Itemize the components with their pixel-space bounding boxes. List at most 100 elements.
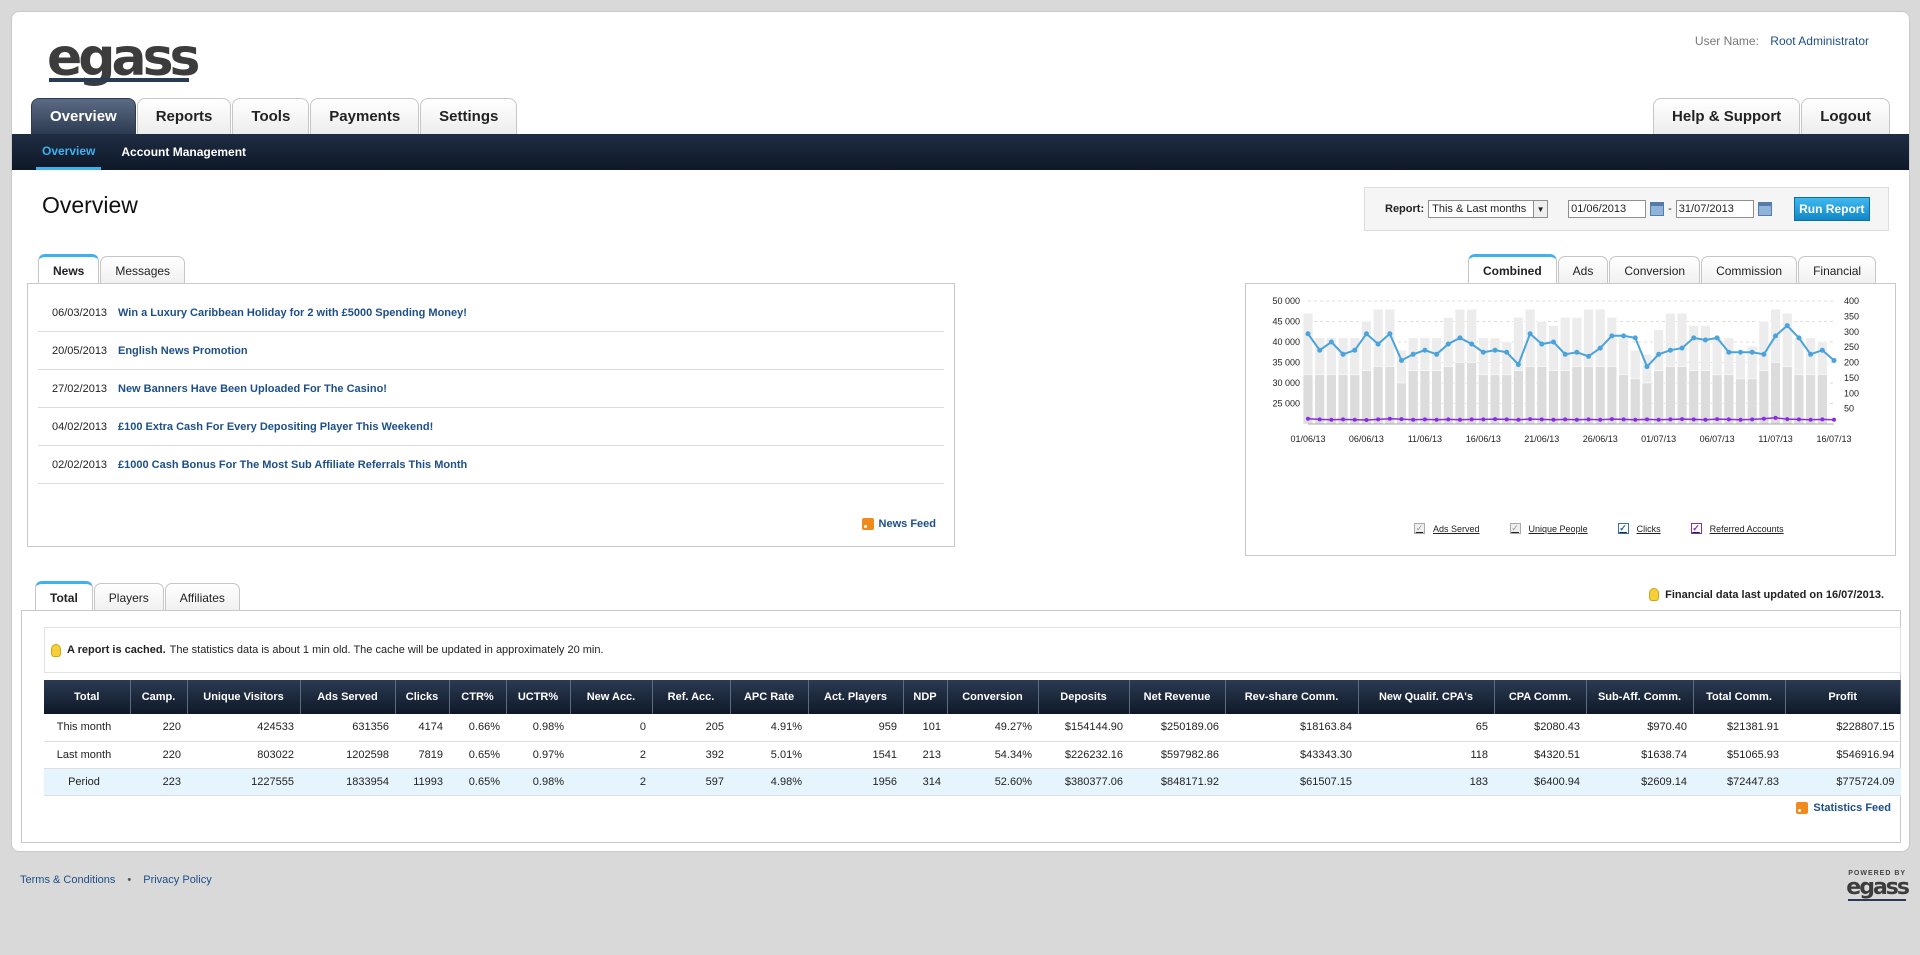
column-header[interactable]: NDP: [903, 680, 948, 714]
date-from-input[interactable]: 01/06/2013: [1568, 200, 1647, 218]
column-header[interactable]: APC Rate: [730, 680, 809, 714]
list-item[interactable]: 20/05/2013 English News Promotion: [38, 332, 944, 370]
column-header[interactable]: UCTR%: [506, 680, 571, 714]
checkbox-icon[interactable]: ✓: [1414, 523, 1425, 534]
tab-commission[interactable]: Commission: [1701, 256, 1798, 284]
tab-overview[interactable]: Overview: [31, 98, 136, 134]
column-header[interactable]: Deposits: [1038, 680, 1130, 714]
column-header[interactable]: Total Comm.: [1693, 680, 1786, 714]
main-tabs: Overview Reports Tools Payments Settings: [31, 98, 518, 134]
logo[interactable]: egass: [47, 32, 200, 84]
point-referred-accounts: [1750, 417, 1755, 422]
column-header[interactable]: Conversion: [947, 680, 1039, 714]
sub-navigation: Overview Account Management: [12, 134, 1909, 170]
point-referred-accounts: [1633, 417, 1638, 422]
tab-players[interactable]: Players: [93, 583, 164, 611]
run-report-button[interactable]: Run Report: [1793, 197, 1870, 221]
list-item[interactable]: 02/02/2013 £1000 Cash Bonus For The Most …: [38, 446, 944, 484]
column-header[interactable]: CTR%: [449, 680, 507, 714]
tab-affiliates[interactable]: Affiliates: [164, 583, 240, 611]
table-cell: 54.34%: [947, 741, 1038, 769]
tab-conversion[interactable]: Conversion: [1609, 256, 1701, 284]
column-header[interactable]: Rev-share Comm.: [1225, 680, 1359, 714]
point-clicks: [1737, 349, 1743, 355]
table-cell: 5.01%: [730, 741, 808, 769]
point-referred-accounts: [1691, 417, 1696, 422]
news-title-link[interactable]: £100 Extra Cash For Every Depositing Pla…: [118, 421, 433, 433]
calendar-icon[interactable]: [1650, 202, 1665, 216]
point-clicks: [1515, 362, 1521, 368]
list-item[interactable]: 04/02/2013 £100 Extra Cash For Every Depo…: [38, 408, 944, 446]
tab-help-support[interactable]: Help & Support: [1653, 98, 1801, 134]
list-item[interactable]: 27/02/2013 New Banners Have Been Uploaded…: [38, 370, 944, 408]
column-header[interactable]: Sub-Aff. Comm.: [1586, 680, 1694, 714]
tab-combined[interactable]: Combined: [1468, 254, 1557, 284]
column-header[interactable]: Total: [44, 680, 131, 714]
legend-referred-accounts[interactable]: ✓ Referred Accounts: [1690, 523, 1784, 534]
table-cell: 803022: [187, 741, 300, 769]
column-header[interactable]: Act. Players: [808, 680, 904, 714]
tab-ads[interactable]: Ads: [1557, 256, 1609, 284]
column-header[interactable]: Clicks: [395, 680, 450, 714]
bar-unique-people: [1513, 370, 1524, 425]
powered-by-logo[interactable]: POWERED BY egass: [1846, 870, 1910, 901]
tab-news[interactable]: News: [38, 254, 100, 284]
news-title-link[interactable]: £1000 Cash Bonus For The Most Sub Affili…: [118, 459, 467, 471]
column-header[interactable]: CPA Comm.: [1494, 680, 1587, 714]
statistics-feed-link[interactable]: Statistics Feed: [1796, 802, 1891, 814]
terms-link[interactable]: Terms & Conditions: [20, 874, 115, 886]
report-period-select[interactable]: This & Last months ▼: [1428, 200, 1549, 218]
privacy-link[interactable]: Privacy Policy: [143, 874, 211, 886]
column-header[interactable]: New Acc.: [570, 680, 653, 714]
column-header[interactable]: Ads Served: [300, 680, 396, 714]
column-header[interactable]: Camp.: [130, 680, 188, 714]
bar-unique-people: [1337, 374, 1349, 425]
checkbox-checked-icon[interactable]: ✓: [1617, 523, 1629, 534]
column-header[interactable]: New Qualif. CPA's: [1358, 680, 1495, 714]
subnav-overview[interactable]: Overview: [36, 134, 102, 170]
bar-unique-people: [1712, 374, 1723, 425]
tab-total[interactable]: Total: [35, 581, 93, 611]
tab-logout[interactable]: Logout: [1801, 98, 1890, 134]
column-header[interactable]: Net Revenue: [1129, 680, 1226, 714]
legend-clicks[interactable]: ✓ Clicks: [1617, 523, 1661, 534]
y-right-tick-label: 250: [1844, 342, 1859, 352]
x-tick-label: 01/06/13: [1290, 434, 1325, 444]
tab-messages[interactable]: Messages: [100, 256, 186, 284]
chevron-down-icon[interactable]: ▼: [1533, 201, 1548, 217]
point-referred-accounts: [1306, 416, 1310, 421]
point-clicks: [1656, 351, 1662, 357]
column-header[interactable]: Unique Visitors: [187, 680, 301, 714]
point-clicks: [1714, 335, 1720, 341]
tab-settings[interactable]: Settings: [420, 98, 518, 134]
point-referred-accounts: [1808, 417, 1813, 422]
user-name-link[interactable]: Root Administrator: [1770, 34, 1869, 48]
report-period-value: This & Last months: [1432, 203, 1527, 215]
bar-unique-people: [1443, 366, 1454, 425]
tab-financial[interactable]: Financial: [1798, 256, 1877, 284]
point-referred-accounts: [1434, 417, 1439, 422]
bar-unique-people: [1431, 370, 1442, 425]
point-clicks: [1422, 347, 1428, 353]
point-referred-accounts: [1715, 417, 1720, 422]
news-feed-link[interactable]: News Feed: [861, 518, 936, 530]
tab-reports[interactable]: Reports: [136, 98, 232, 134]
news-title-link[interactable]: English News Promotion: [118, 345, 248, 357]
bar-unique-people: [1302, 374, 1314, 425]
subnav-account-management[interactable]: Account Management: [121, 134, 246, 170]
legend-unique-people[interactable]: ✓ Unique People: [1509, 523, 1588, 534]
column-header[interactable]: Profit: [1785, 680, 1901, 714]
date-to-input[interactable]: 31/07/2013: [1675, 200, 1754, 218]
checkbox-icon[interactable]: ✓: [1509, 523, 1521, 534]
tab-payments[interactable]: Payments: [310, 98, 420, 134]
news-title-link[interactable]: Win a Luxury Caribbean Holiday for 2 wit…: [118, 307, 467, 319]
table-cell: 7819: [395, 741, 449, 769]
calendar-icon[interactable]: [1757, 202, 1772, 216]
checkbox-checked-icon[interactable]: ✓: [1690, 523, 1702, 534]
user-name-label: User Name:: [1694, 34, 1759, 48]
list-item[interactable]: 06/03/2013 Win a Luxury Caribbean Holiday…: [38, 294, 944, 332]
column-header[interactable]: Ref. Acc.: [652, 680, 731, 714]
news-title-link[interactable]: New Banners Have Been Uploaded For The C…: [118, 383, 387, 395]
tab-tools[interactable]: Tools: [232, 98, 310, 134]
legend-ads-served[interactable]: ✓ Ads Served: [1414, 523, 1480, 534]
